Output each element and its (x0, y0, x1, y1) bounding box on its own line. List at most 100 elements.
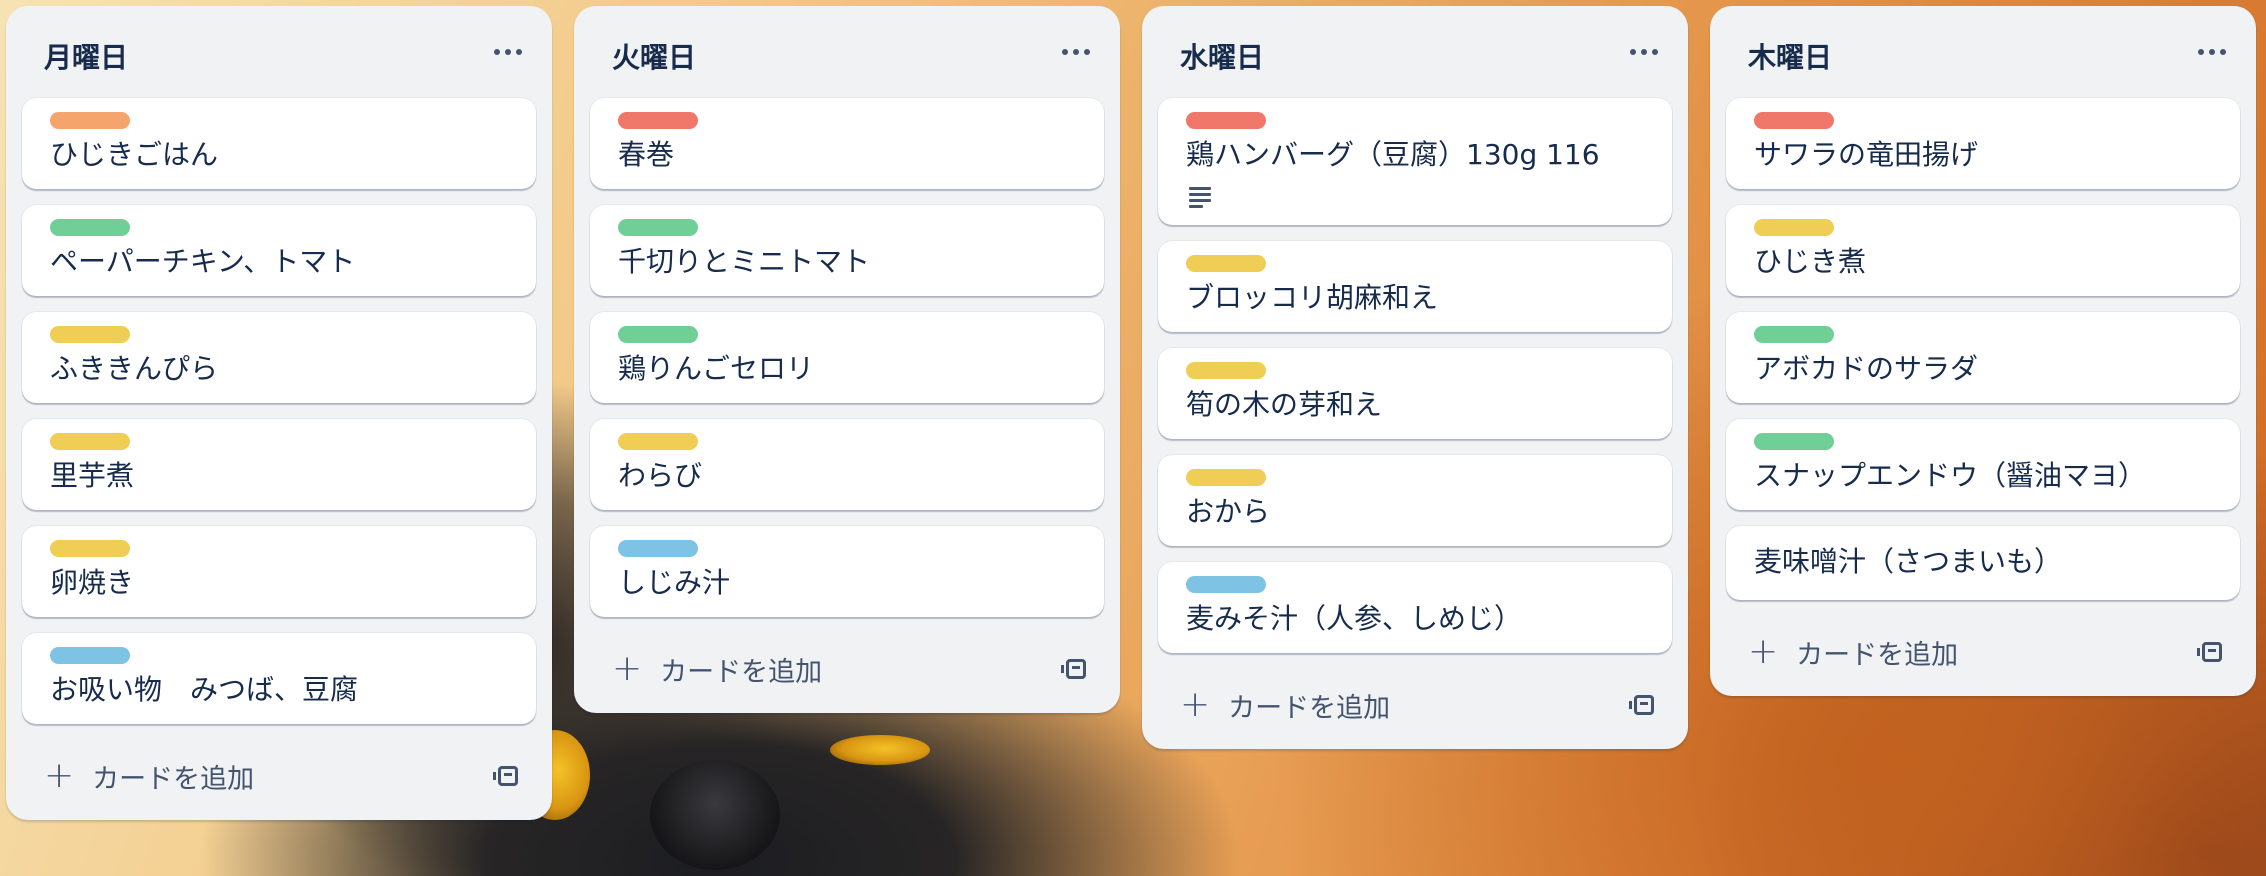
card-label-green[interactable] (1754, 326, 1834, 343)
card[interactable]: 麦味噌汁（さつまいも） (1726, 526, 2240, 600)
card-label-yellow[interactable] (1186, 469, 1266, 486)
add-card-label: カードを追加 (660, 656, 823, 688)
card-label-red[interactable] (618, 112, 698, 129)
card-label-yellow[interactable] (50, 433, 130, 450)
card[interactable]: 春巻 (590, 98, 1104, 189)
card-title: わらび (618, 459, 703, 492)
card[interactable]: アボカドのサラダ (1726, 312, 2240, 403)
card-label-green[interactable] (1754, 433, 1834, 450)
background-cat-eye-right (830, 735, 930, 765)
list-column: 月曜日ひじきごはんペーパーチキン、トマト ふききんぴら 里芋煮卵焼きお吸い物 みつば… (6, 6, 552, 820)
card-title: 鶏りんごセロリ (618, 352, 815, 385)
card-title: 麦味噌汁（さつまいも） (1754, 545, 2063, 578)
card[interactable]: スナップエンドウ（醤油マヨ） (1726, 419, 2240, 510)
description-line (1189, 193, 1211, 196)
menu-dot (1630, 49, 1636, 55)
menu-dot (1073, 49, 1079, 55)
card-template-button[interactable] (1622, 683, 1666, 727)
add-card-button[interactable]: + カードを追加 (22, 748, 462, 804)
card-label-yellow[interactable] (618, 433, 698, 450)
card[interactable]: 里芋煮 (22, 419, 536, 510)
add-card-button[interactable]: + カードを追加 (1158, 677, 1598, 733)
menu-dot (516, 49, 522, 55)
card-label-yellow[interactable] (50, 326, 130, 343)
plus-icon: + (44, 755, 75, 796)
list-footer: + カードを追加 (6, 740, 552, 820)
card[interactable]: ふききんぴら (22, 312, 536, 403)
card[interactable]: ひじきごはん (22, 98, 536, 189)
more-horizontal-icon[interactable] (1620, 28, 1668, 76)
more-horizontal-icon[interactable] (1052, 28, 1100, 76)
card-label-red[interactable] (1186, 112, 1266, 129)
card[interactable]: しじみ汁 (590, 526, 1104, 617)
card-title: 千切りとミニトマト (618, 245, 871, 278)
card-title: スナップエンドウ（醤油マヨ） (1754, 459, 2147, 492)
card-title: ペーパーチキン、トマト (50, 245, 356, 278)
list-header: 火曜日 (574, 6, 1120, 98)
card-label-blue[interactable] (1186, 576, 1266, 593)
card-title: 里芋煮 (50, 459, 135, 492)
add-card-button[interactable]: + カードを追加 (590, 641, 1030, 697)
card-label-blue[interactable] (50, 647, 130, 664)
card-template-button[interactable] (486, 754, 530, 798)
menu-dot (494, 49, 500, 55)
card[interactable]: おから (1158, 455, 1672, 546)
card-label-green[interactable] (618, 326, 698, 343)
card[interactable]: サワラの竜田揚げ (1726, 98, 2240, 189)
card[interactable]: 鶏ハンバーグ（豆腐）130g 116 (1158, 98, 1672, 225)
list-title[interactable]: 水曜日 (1180, 36, 1264, 76)
list-header: 月曜日 (6, 6, 552, 98)
menu-dot (505, 49, 511, 55)
add-card-label: カードを追加 (1796, 639, 1959, 671)
card-title: 麦みそ汁（人参、しめじ） (1186, 602, 1523, 635)
card[interactable]: ペーパーチキン、トマト (22, 205, 536, 296)
card-list: 春巻千切りとミニトマト 鶏りんごセロリ わらびしじみ汁 (574, 98, 1120, 617)
card[interactable]: 卵焼き (22, 526, 536, 617)
card-template-icon (1061, 659, 1086, 679)
card-label-yellow[interactable] (1186, 255, 1266, 272)
card-label-yellow[interactable] (1754, 219, 1834, 236)
card[interactable]: ひじき煮 (1726, 205, 2240, 296)
list-header: 木曜日 (1710, 6, 2256, 98)
card-label-yellow[interactable] (50, 540, 130, 557)
card-title: ふききんぴら (50, 352, 219, 385)
list-title[interactable]: 月曜日 (44, 36, 128, 76)
card-title: 鶏ハンバーグ（豆腐）130g 116 (1186, 138, 1600, 171)
card-label-green[interactable] (50, 219, 130, 236)
card[interactable]: 筍の木の芽和え (1158, 348, 1672, 439)
add-card-button[interactable]: + カードを追加 (1726, 624, 2166, 680)
card[interactable]: 鶏りんごセロリ (590, 312, 1104, 403)
card[interactable]: ブロッコリ胡麻和え (1158, 241, 1672, 332)
card-list: 鶏ハンバーグ（豆腐）130g 116 ブロッコリ胡麻和え 筍の木の芽和えおから麦みそ… (1142, 98, 1688, 653)
card-label-yellow[interactable] (1186, 362, 1266, 379)
plus-icon: + (612, 648, 643, 689)
menu-dot (1652, 49, 1658, 55)
card-title: 筍の木の芽和え (1186, 388, 1383, 421)
card-title: 卵焼き (50, 566, 135, 599)
list-column: 木曜日サワラの竜田揚げ ひじき煮アボカドのサラダスナップエンドウ（醤油マヨ） 麦味噌… (1710, 6, 2256, 696)
more-horizontal-icon[interactable] (484, 28, 532, 76)
card[interactable]: 千切りとミニトマト (590, 205, 1104, 296)
card-template-button[interactable] (2190, 630, 2234, 674)
list-title[interactable]: 火曜日 (612, 36, 696, 76)
more-horizontal-icon[interactable] (2188, 28, 2236, 76)
list-title[interactable]: 木曜日 (1748, 36, 1832, 76)
card-template-icon (2197, 642, 2222, 662)
card-title: お吸い物 みつば、豆腐 (50, 673, 359, 706)
plus-icon: + (1748, 631, 1779, 672)
card-title: 春巻 (618, 138, 675, 171)
card-label-red[interactable] (1754, 112, 1834, 129)
list-column: 水曜日鶏ハンバーグ（豆腐）130g 116 ブロッコリ胡麻和え 筍の木の芽和えおから… (1142, 6, 1688, 749)
description-line (1189, 199, 1211, 202)
list-column: 火曜日春巻千切りとミニトマト 鶏りんごセロリ わらびしじみ汁 + カードを追加 (574, 6, 1120, 713)
card[interactable]: わらび (590, 419, 1104, 510)
card[interactable]: お吸い物 みつば、豆腐 (22, 633, 536, 724)
card-label-orange[interactable] (50, 112, 130, 129)
card-template-icon (493, 766, 518, 786)
card[interactable]: 麦みそ汁（人参、しめじ） (1158, 562, 1672, 653)
description-line (1189, 187, 1211, 190)
card-label-blue[interactable] (618, 540, 698, 557)
card-title: ブロッコリ胡麻和え (1186, 281, 1439, 314)
card-template-button[interactable] (1054, 647, 1098, 691)
card-label-green[interactable] (618, 219, 698, 236)
